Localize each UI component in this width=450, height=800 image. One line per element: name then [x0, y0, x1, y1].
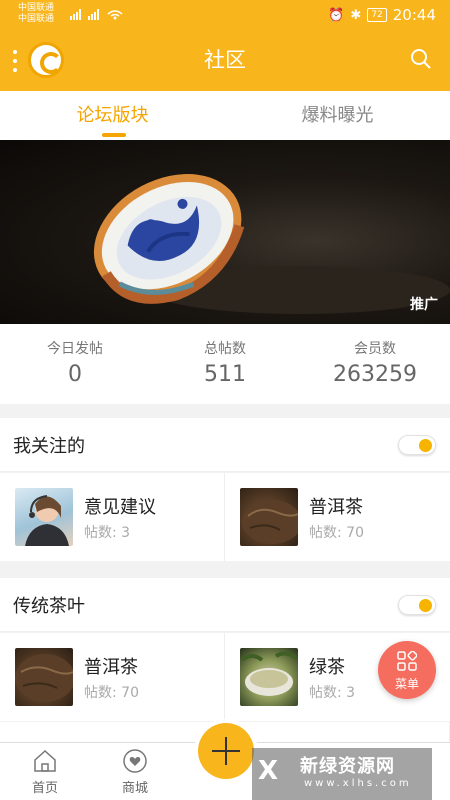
- top-bar: 中国联通 中国联通 ⏰ ✱ 72 20:44 社区: [0, 0, 450, 91]
- puer-tea-image: [15, 654, 73, 702]
- board-name: 普洱茶: [309, 497, 363, 518]
- board-item[interactable]: [0, 722, 225, 742]
- status-right: ⏰ ✱ 72 20:44: [328, 6, 436, 24]
- board-thumbnail: [15, 488, 73, 546]
- board-thumbnail: [15, 648, 73, 706]
- stat-members: 会员数 263259: [300, 324, 450, 404]
- board-item[interactable]: [225, 722, 450, 742]
- menu-fab-button[interactable]: 菜单: [378, 641, 436, 699]
- carrier-info: 中国联通 中国联通: [18, 3, 54, 25]
- nav-shop[interactable]: 商城: [105, 749, 165, 796]
- page-title: 社区: [204, 48, 246, 72]
- nav-label: 首页: [31, 781, 58, 796]
- banner-teacup-image: [93, 174, 450, 314]
- alarm-icon: ⏰: [328, 7, 345, 23]
- carrier-1: 中国联通: [18, 3, 55, 13]
- section-title: 我关注的: [13, 436, 85, 457]
- board-name: 普洱茶: [84, 657, 138, 678]
- signal-icons: [70, 8, 140, 23]
- board-name: 意见建议: [84, 497, 156, 518]
- watermark-mark: X: [258, 756, 279, 786]
- section-grid-following: 意见建议 帖数: 3 普洱茶 帖数: 70: [0, 473, 450, 561]
- nav-home[interactable]: 首页: [15, 749, 75, 796]
- stat-label: 总帖数: [204, 341, 246, 357]
- section-title: 传统茶叶: [13, 596, 85, 617]
- board-post-count: 帖数: 3: [309, 685, 356, 701]
- board-post-count: 帖数: 3: [84, 525, 131, 541]
- clock: 20:44: [392, 6, 436, 24]
- section-header-following: 我关注的: [0, 418, 450, 472]
- watermark-logo: X 新绿资源网 www.xlhs.com: [252, 748, 432, 800]
- board-thumbnail: [240, 488, 298, 546]
- signal-wifi-icon: [70, 9, 123, 20]
- tab-bar: 论坛版块 爆料曝光: [0, 91, 450, 140]
- stat-total-posts: 总帖数 511: [150, 324, 300, 404]
- section-header-traditional-tea: 传统茶叶: [0, 578, 450, 632]
- stat-label: 会员数: [354, 341, 396, 357]
- section-toggle[interactable]: [398, 435, 436, 455]
- stat-value: 511: [204, 362, 246, 387]
- stat-label: 今日发帖: [47, 341, 103, 357]
- tab-exposure[interactable]: 爆料曝光: [225, 91, 450, 140]
- board-thumbnail: [240, 648, 298, 706]
- fab-label: 菜单: [394, 677, 419, 691]
- stat-today: 今日发帖 0: [0, 324, 150, 404]
- nav-label: 商城: [121, 781, 148, 796]
- bluetooth-icon: ✱: [350, 7, 362, 23]
- green-tea-image: [240, 651, 298, 696]
- stats-bar: 今日发帖 0 总帖数 511 会员数 263259: [0, 324, 450, 404]
- header: 社区: [0, 30, 450, 91]
- board-item[interactable]: 普洱茶 帖数: 70: [0, 633, 225, 721]
- battery-icon: 72: [367, 8, 387, 22]
- board-post-count: 帖数: 70: [84, 685, 139, 701]
- carrier-2: 中国联通: [18, 14, 55, 24]
- banner[interactable]: 推广: [0, 140, 450, 324]
- post-plus-button[interactable]: [198, 723, 254, 779]
- stat-value: 0: [68, 362, 82, 387]
- service-person-image: [25, 495, 69, 546]
- section-toggle[interactable]: [398, 595, 436, 615]
- promo-tag: 推广: [410, 297, 438, 313]
- grid-icon: [397, 651, 417, 671]
- board-item[interactable]: 意见建议 帖数: 3: [0, 473, 225, 561]
- search-icon[interactable]: [410, 48, 432, 70]
- board-name: 绿茶: [309, 657, 345, 678]
- watermark-url: www.xlhs.com: [304, 778, 412, 789]
- puer-tea-image: [242, 500, 298, 544]
- watermark-text: 新绿资源网: [300, 756, 395, 777]
- tab-forum[interactable]: 论坛版块: [0, 91, 225, 140]
- stat-value: 263259: [333, 362, 417, 387]
- board-post-count: 帖数: 70: [309, 525, 364, 541]
- status-bar: 中国联通 中国联通 ⏰ ✱ 72 20:44: [0, 0, 450, 30]
- home-icon: [34, 749, 56, 772]
- shop-heart-icon: [123, 749, 147, 773]
- board-item[interactable]: 普洱茶 帖数: 70: [225, 473, 450, 561]
